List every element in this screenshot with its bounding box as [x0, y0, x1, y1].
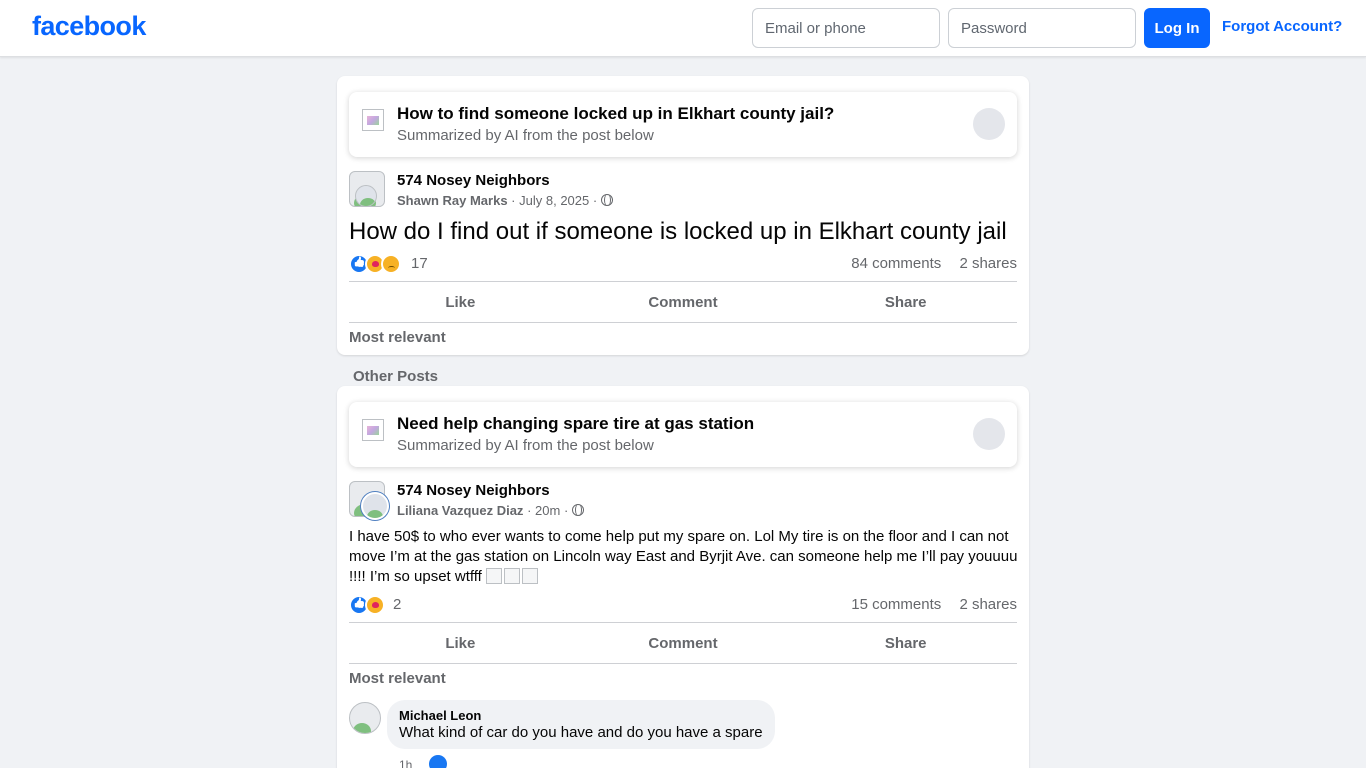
shares-count[interactable]: 2 shares	[959, 255, 1017, 272]
post-text-content: I have 50$ to who ever wants to come hel…	[349, 528, 1018, 585]
ai-summary-box[interactable]: How to find someone locked up in Elkhart…	[349, 92, 1017, 157]
ai-summary-title: How to find someone locked up in Elkhart…	[397, 104, 835, 123]
globe-icon	[600, 193, 613, 206]
second-post-card: Need help changing spare tire at gas sta…	[337, 386, 1029, 768]
comment-button[interactable]: Comment	[572, 282, 795, 322]
comments-count[interactable]: 15 comments	[851, 596, 941, 613]
emoji-image-icon	[522, 568, 539, 584]
comments-count[interactable]: 84 comments	[851, 255, 941, 272]
login-button[interactable]: Log In	[1144, 8, 1210, 48]
ai-summary-subtitle: Summarized by AI from the post below	[397, 437, 654, 454]
emoji-image-icon	[486, 568, 503, 584]
ai-summary-image-icon	[362, 419, 384, 441]
shares-count[interactable]: 2 shares	[959, 596, 1017, 613]
emoji-image-icon	[504, 568, 521, 584]
ai-summary-title: Need help changing spare tire at gas sta…	[397, 414, 755, 433]
post-actions-bar: Like Comment Share	[349, 281, 1017, 323]
email-field[interactable]	[752, 8, 940, 48]
share-button[interactable]: Share	[794, 623, 1017, 663]
group-name[interactable]: 574 Nosey Neighbors	[397, 482, 550, 499]
post-meta: Liliana Vazquez Diaz · 20m ·	[397, 503, 584, 518]
ai-summary-action-button[interactable]	[973, 418, 1005, 450]
comment-time[interactable]: 1h	[399, 758, 412, 768]
post-text: How do I find out if someone is locked u…	[349, 218, 1007, 245]
comment-author[interactable]: Michael Leon	[399, 708, 763, 723]
top-navigation-bar: facebook Log In Forgot Account?	[0, 0, 1366, 57]
reaction-count[interactable]: 2	[393, 596, 401, 613]
other-posts-heading: Other Posts	[353, 368, 439, 385]
ai-summary-box[interactable]: Need help changing spare tire at gas sta…	[349, 402, 1017, 467]
ai-summary-subtitle: Summarized by AI from the post below	[397, 127, 654, 144]
comment-button[interactable]: Comment	[572, 623, 795, 663]
comment-like-reaction-icon[interactable]	[429, 755, 447, 768]
reactions-row: 2 15 comments 2 shares	[349, 595, 1017, 617]
care-reaction-icon[interactable]	[365, 595, 385, 615]
globe-icon	[571, 503, 584, 516]
author-name[interactable]: Shawn Ray Marks	[397, 193, 508, 208]
comment-text: What kind of car do you have and do you …	[399, 724, 763, 741]
reactions-row: 17 84 comments 2 shares	[349, 254, 1017, 276]
share-button[interactable]: Share	[794, 282, 1017, 322]
author-avatar[interactable]	[355, 185, 377, 207]
comment-bubble: Michael Leon What kind of car do you hav…	[387, 700, 775, 749]
comment-sort-dropdown[interactable]: Most relevant	[349, 329, 446, 346]
post-meta: Shawn Ray Marks · July 8, 2025 ·	[397, 193, 613, 208]
comment-sort-dropdown[interactable]: Most relevant	[349, 670, 446, 687]
like-button[interactable]: Like	[349, 282, 572, 322]
author-avatar[interactable]	[361, 492, 389, 520]
post-date[interactable]: 20m	[535, 503, 560, 518]
post-date[interactable]: July 8, 2025	[519, 193, 589, 208]
sad-reaction-icon[interactable]	[381, 254, 401, 274]
reaction-count[interactable]: 17	[411, 255, 428, 272]
post-text: I have 50$ to who ever wants to come hel…	[349, 527, 1021, 587]
author-name[interactable]: Liliana Vazquez Diaz	[397, 503, 523, 518]
like-button[interactable]: Like	[349, 623, 572, 663]
ai-summary-action-button[interactable]	[973, 108, 1005, 140]
forgot-account-link[interactable]: Forgot Account?	[1222, 18, 1342, 35]
password-field[interactable]	[948, 8, 1136, 48]
commenter-avatar[interactable]	[349, 702, 381, 734]
main-post-card: How to find someone locked up in Elkhart…	[337, 76, 1029, 355]
facebook-logo[interactable]: facebook	[32, 11, 146, 42]
post-actions-bar: Like Comment Share	[349, 622, 1017, 664]
group-name[interactable]: 574 Nosey Neighbors	[397, 172, 550, 189]
ai-summary-image-icon	[362, 109, 384, 131]
